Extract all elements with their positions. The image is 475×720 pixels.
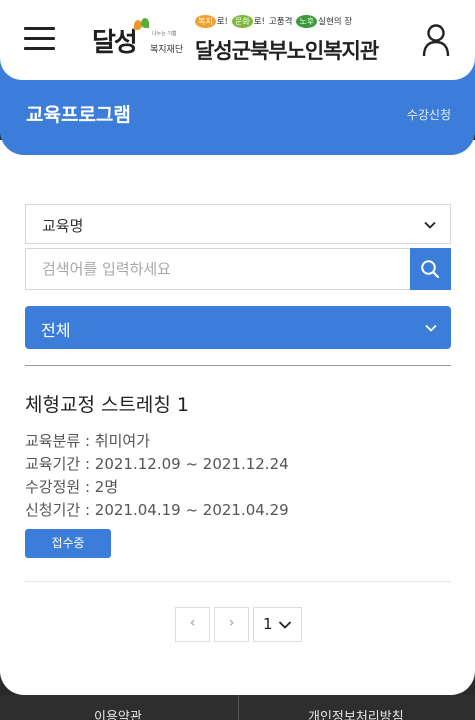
page: 달성 나누는 기쁨 복지재단 복지 로! 문화 로! 고품격 노후 실현의 장 …	[0, 0, 475, 720]
program-info: 교육분류 : 취미여가 교육기간 : 2021.12.09 ~ 2021.12.…	[25, 430, 451, 522]
list-item[interactable]: 체형교정 스트레칭 1 교육분류 : 취미여가 교육기간 : 2021.12.0…	[25, 390, 451, 558]
program-period: 교육기간 : 2021.12.09 ~ 2021.12.24	[25, 455, 289, 473]
pagination: ‹ › 1	[175, 607, 302, 642]
site-header: 달성 나누는 기쁨 복지재단 복지 로! 문화 로! 고품격 노후 실현의 장 …	[0, 0, 475, 80]
current-page: 1	[263, 615, 273, 633]
slogan-word-2: 로!	[253, 17, 265, 27]
breadcrumb-link[interactable]: 수강신청	[407, 106, 451, 123]
search-button[interactable]	[410, 248, 451, 290]
search-category-select[interactable]: 교육명	[25, 204, 451, 244]
program-filter-value: 전체	[41, 321, 71, 340]
hamburger-icon[interactable]	[24, 27, 56, 51]
page-title: 교육프로그램	[26, 104, 131, 126]
logo-leaf-green	[141, 18, 149, 28]
program-title[interactable]: 체형교정 스트레칭 1	[25, 390, 451, 418]
slogan: 복지 로! 문화 로! 고품격 노후 실현의 장	[195, 12, 352, 30]
chevron-right-icon: ›	[228, 615, 235, 631]
slogan-blob-1: 복지	[195, 14, 216, 28]
chevron-down-icon	[425, 324, 437, 332]
slogan-word-3: 고품격	[268, 17, 293, 27]
program-apply-period: 신청기간 : 2021.04.19 ~ 2021.04.29	[25, 501, 289, 519]
list-divider	[25, 365, 451, 366]
list-divider-bottom	[25, 581, 451, 582]
footer-divider	[238, 695, 239, 720]
user-icon[interactable]	[421, 23, 451, 57]
program-capacity: 수강정원 : 2명	[25, 478, 119, 496]
privacy-link[interactable]: 개인정보처리방침	[308, 706, 404, 720]
foundation-logo[interactable]: 달성 나누는 기쁨 복지재단	[92, 18, 184, 64]
slogan-word-4: 실현의 장	[318, 17, 353, 27]
chevron-down-icon	[278, 621, 292, 629]
chevron-down-icon	[424, 221, 436, 229]
logo-tagline: 나누는 기쁨	[152, 31, 177, 37]
slogan-blob-3: 노후	[296, 14, 318, 28]
org-logo[interactable]: 복지 로! 문화 로! 고품격 노후 실현의 장 달성군북부노인복지관	[195, 12, 385, 64]
site-footer: 이용약관 개인정보처리방침	[0, 695, 475, 720]
org-name: 달성군북부노인복지관	[195, 39, 379, 63]
program-category: 교육분류 : 취미여가	[25, 432, 150, 450]
prev-page-button[interactable]: ‹	[175, 607, 210, 642]
program-filter-select[interactable]: 전체	[25, 306, 451, 349]
search-icon	[421, 260, 440, 279]
next-page-button[interactable]: ›	[214, 607, 249, 642]
search-input[interactable]	[25, 248, 411, 290]
main-content: 교육명 전체 체형교정 스트레칭 1 교육분류 : 취	[0, 140, 475, 695]
logo-subtext: 복지재단	[150, 45, 184, 55]
search-category-value: 교육명	[42, 217, 84, 235]
chevron-left-icon: ‹	[189, 615, 196, 631]
page-select[interactable]: 1	[253, 607, 302, 642]
slogan-word-1: 로!	[216, 17, 228, 27]
search-bar	[25, 248, 451, 290]
terms-link[interactable]: 이용약관	[94, 706, 142, 720]
status-badge[interactable]: 접수중	[25, 529, 111, 558]
logo-text: 달성	[92, 28, 138, 58]
slogan-blob-2: 문화	[231, 14, 253, 28]
